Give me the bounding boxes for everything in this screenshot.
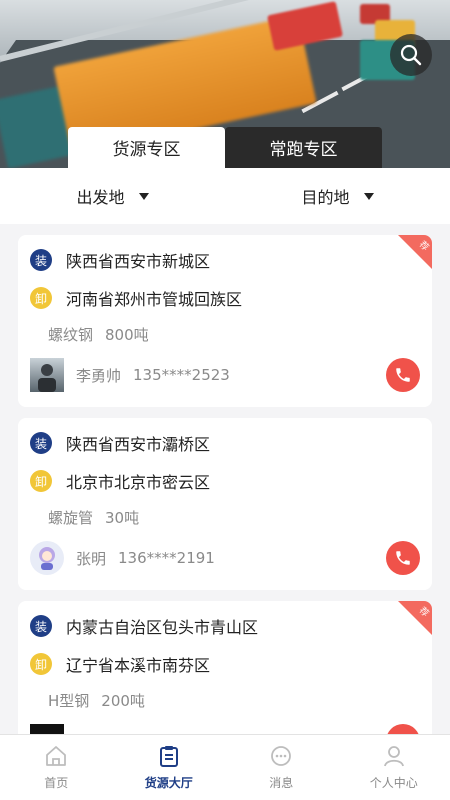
nav-cargo-hall[interactable]: 货源大厅	[113, 735, 226, 800]
cargo-card[interactable]: 荐 装 陕西省西安市新城区 卸 河南省郑州市管城回族区 螺纹钢 800吨 李勇帅 …	[18, 235, 432, 407]
unload-row: 卸 辽宁省本溪市南芬区	[30, 652, 210, 676]
tab-bar: 货源专区 常跑专区	[68, 127, 382, 168]
unload-badge: 卸	[30, 470, 52, 492]
goods-type: H型钢	[48, 692, 90, 710]
load-row: 装 陕西省西安市新城区	[30, 248, 210, 272]
nav-profile[interactable]: 个人中心	[338, 735, 450, 800]
unload-row: 卸 北京市北京市密云区	[30, 469, 210, 493]
nav-messages-label: 消息	[269, 776, 294, 790]
load-address: 陕西省西安市灞桥区	[66, 435, 211, 454]
load-row: 装 陕西省西安市灞桥区	[30, 431, 210, 455]
avatar	[30, 541, 64, 575]
person-photo-icon	[38, 364, 56, 392]
contact-row: 张明 136****2191	[30, 541, 215, 575]
call-button[interactable]	[386, 541, 420, 575]
origin-filter-label: 出发地	[76, 188, 125, 207]
load-address: 内蒙古自治区包头市青山区	[66, 618, 259, 637]
goods-weight: 200吨	[101, 692, 145, 710]
goods-type: 螺纹钢	[48, 326, 94, 344]
nav-home-label: 首页	[44, 776, 69, 790]
goods-info: 螺纹钢 800吨	[48, 324, 149, 345]
search-icon	[400, 44, 422, 66]
load-address: 陕西省西安市新城区	[66, 252, 211, 271]
contact-row	[30, 724, 64, 734]
cargo-list: 荐 装 陕西省西安市新城区 卸 河南省郑州市管城回族区 螺纹钢 800吨 李勇帅 …	[0, 224, 450, 734]
phone-icon	[396, 551, 410, 565]
search-button[interactable]	[390, 34, 432, 76]
destination-filter[interactable]: 目的地	[225, 168, 450, 224]
load-row: 装 内蒙古自治区包头市青山区	[30, 614, 258, 638]
cargo-card[interactable]: 荐 装 内蒙古自治区包头市青山区 卸 辽宁省本溪市南芬区 H型钢 200吨	[18, 601, 432, 734]
avatar	[30, 358, 64, 392]
goods-info: 螺旋管 30吨	[48, 507, 139, 528]
contact-name: 李勇帅	[76, 366, 122, 385]
unload-address: 辽宁省本溪市南芬区	[66, 656, 211, 675]
bottom-nav: 首页 货源大厅 消息 个人中心	[0, 734, 450, 800]
contact-phone: 136****2191	[118, 549, 215, 567]
load-badge: 装	[30, 615, 52, 637]
user-icon	[383, 746, 404, 767]
caret-down-icon	[363, 192, 374, 200]
origin-filter[interactable]: 出发地	[0, 168, 225, 224]
caret-down-icon	[138, 192, 149, 200]
goods-weight: 30吨	[105, 509, 140, 527]
home-icon	[46, 746, 67, 766]
call-button[interactable]	[386, 724, 420, 734]
nav-messages[interactable]: 消息	[225, 735, 338, 800]
unload-badge: 卸	[30, 653, 52, 675]
tab-frequent-routes[interactable]: 常跑专区	[225, 127, 382, 168]
call-button[interactable]	[386, 358, 420, 392]
cargo-card[interactable]: 装 陕西省西安市灞桥区 卸 北京市北京市密云区 螺旋管 30吨 张明 136***…	[18, 418, 432, 590]
goods-type: 螺旋管	[48, 509, 94, 527]
unload-row: 卸 河南省郑州市管城回族区	[30, 286, 242, 310]
destination-filter-label: 目的地	[301, 188, 350, 207]
message-icon	[271, 746, 292, 766]
contact-phone: 135****2523	[133, 366, 230, 384]
contact-name: 张明	[76, 549, 107, 568]
clipboard-icon	[159, 746, 178, 767]
load-badge: 装	[30, 432, 52, 454]
nav-home[interactable]: 首页	[0, 735, 113, 800]
contact-row: 李勇帅 135****2523	[30, 358, 230, 392]
goods-info: H型钢 200吨	[48, 690, 145, 711]
unload-address: 河南省郑州市管城回族区	[66, 290, 243, 309]
nav-cargo-hall-label: 货源大厅	[144, 776, 193, 790]
load-badge: 装	[30, 249, 52, 271]
phone-icon	[396, 368, 410, 382]
nav-profile-label: 个人中心	[369, 776, 418, 790]
unload-address: 北京市北京市密云区	[66, 473, 211, 492]
goods-weight: 800吨	[105, 326, 149, 344]
cartoon-avatar-icon	[39, 547, 55, 570]
avatar	[30, 724, 64, 734]
filter-bar: 出发地 目的地	[0, 168, 450, 224]
unload-badge: 卸	[30, 287, 52, 309]
tab-cargo-zone[interactable]: 货源专区	[68, 127, 225, 168]
